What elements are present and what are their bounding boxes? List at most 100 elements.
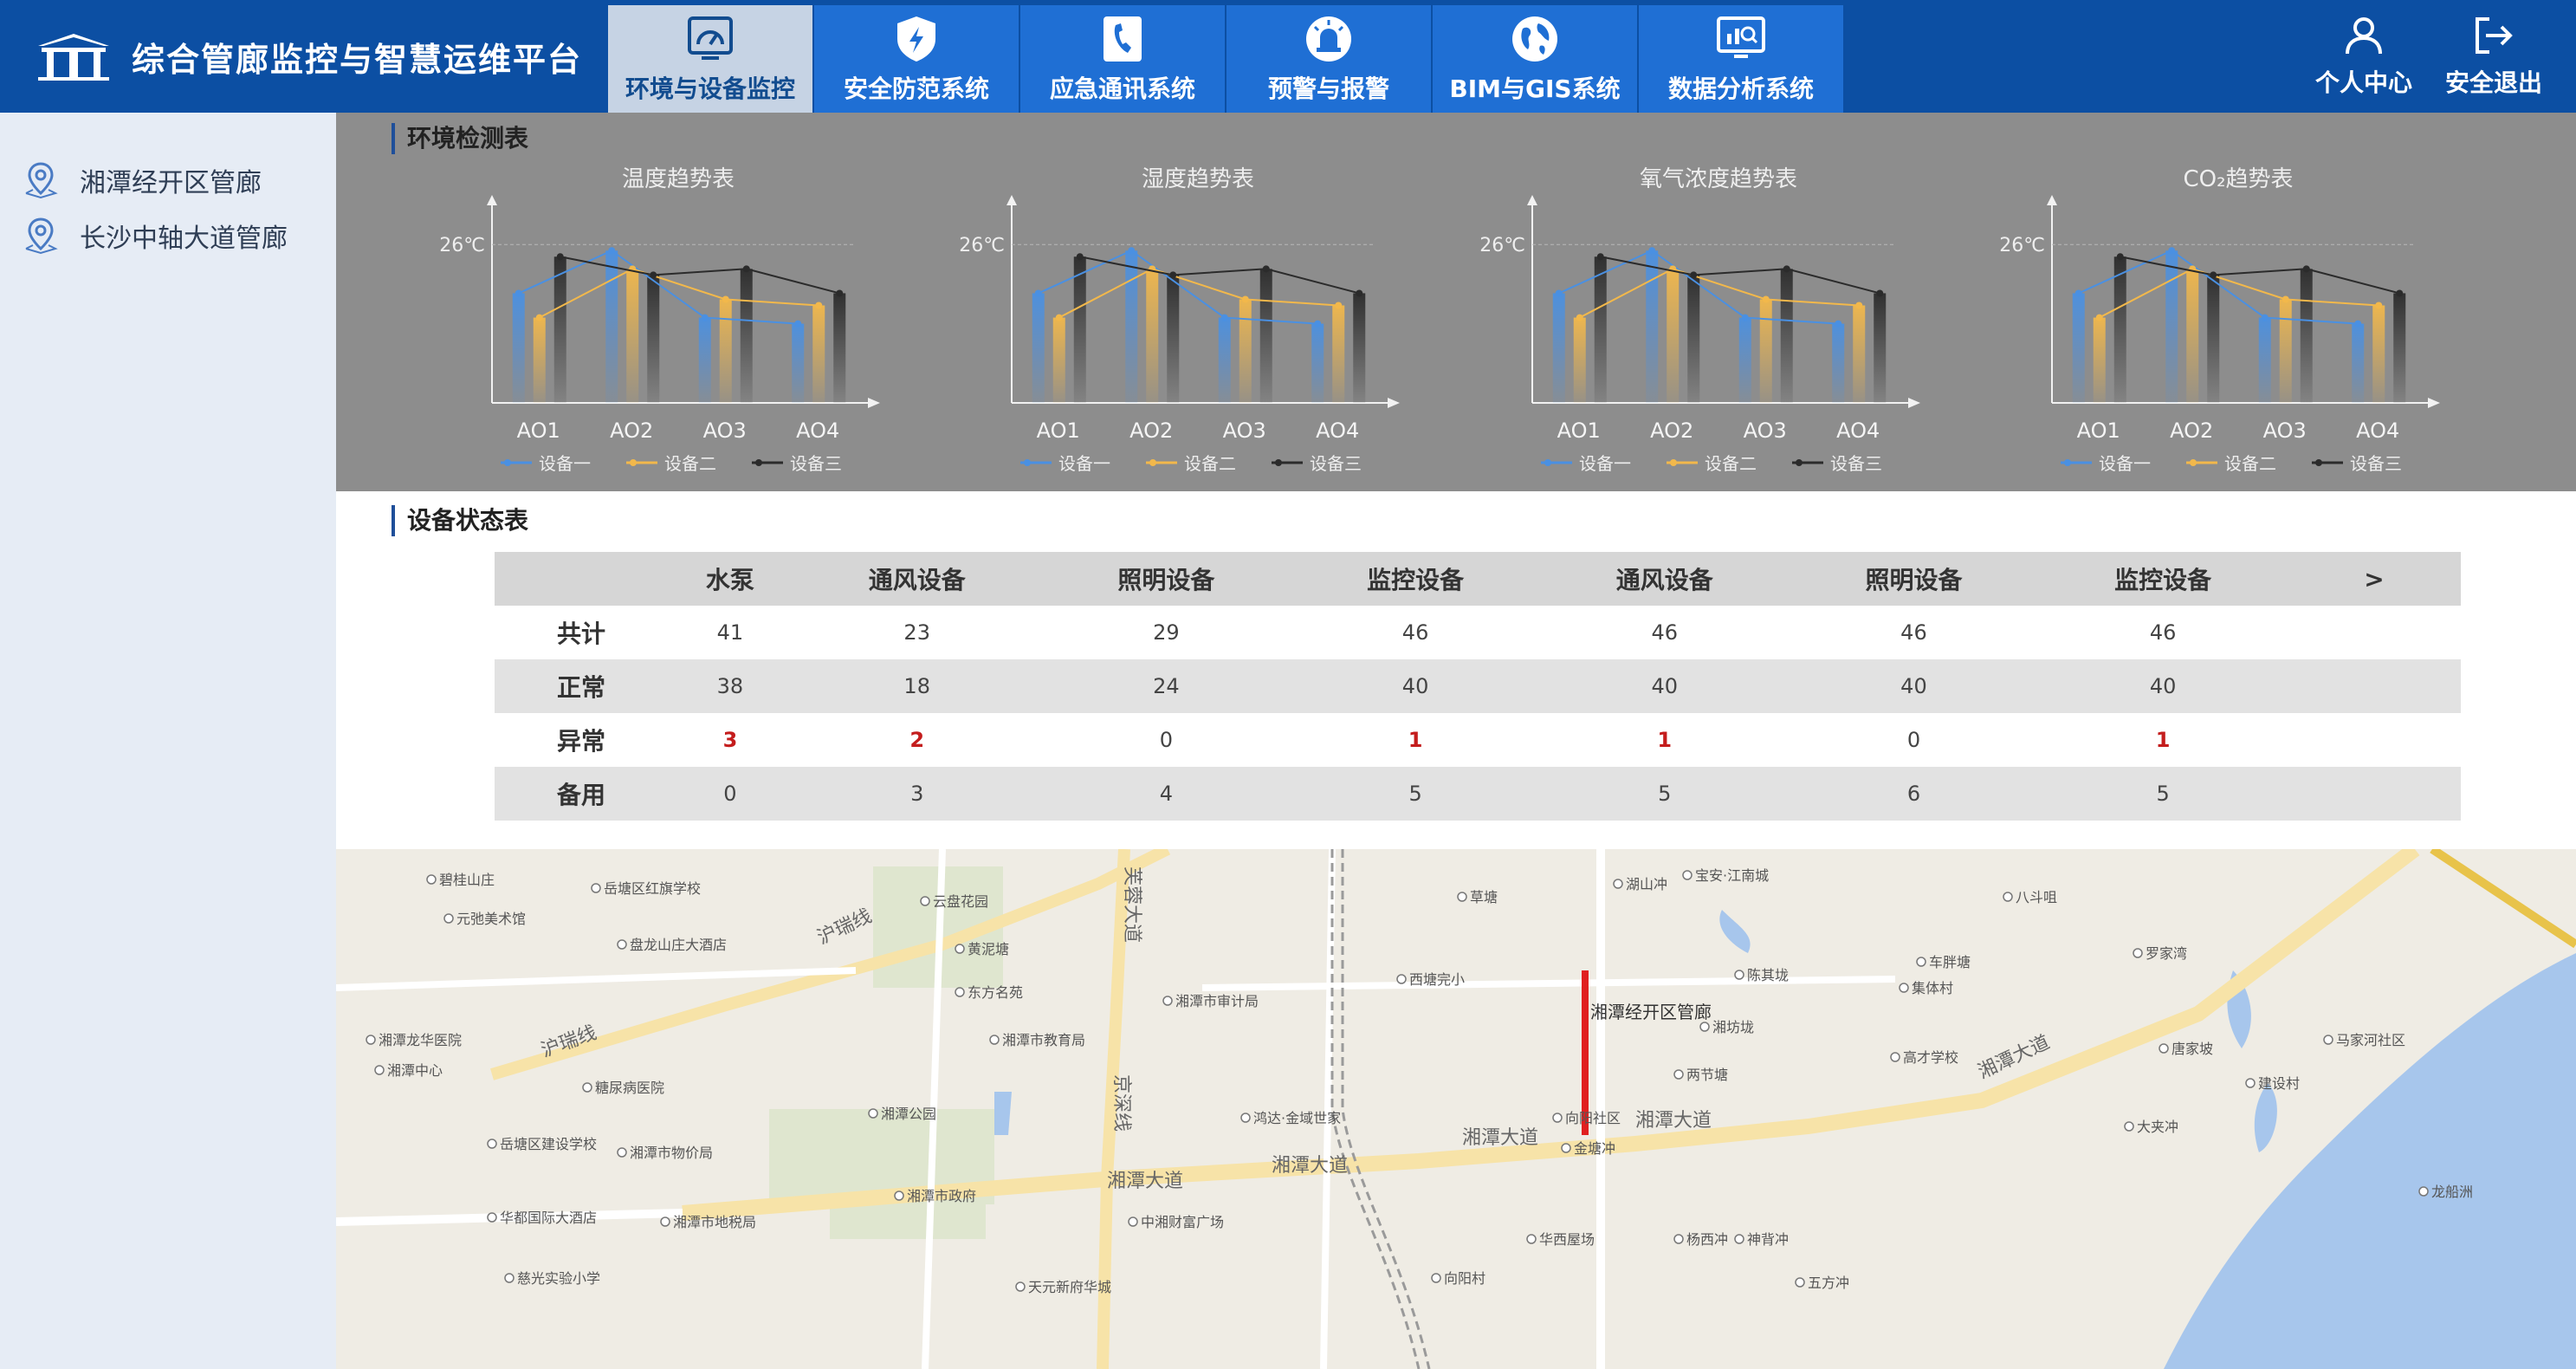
poi-marker[interactable]: [660, 1217, 670, 1227]
poi-marker[interactable]: [1734, 970, 1744, 980]
point: [2095, 314, 2103, 321]
row-label: 备用: [495, 767, 668, 821]
nav-warning-alarm[interactable]: 预警与报警: [1227, 5, 1431, 113]
nav-bim-gis[interactable]: BIM与GIS系统: [1433, 5, 1637, 113]
poi-label: 大夹冲: [2137, 1119, 2178, 1135]
bar: [1552, 293, 1565, 403]
logout-button[interactable]: 安全退出: [2429, 0, 2559, 113]
legend-dot: [1796, 459, 1803, 466]
row-label: 共计: [556, 620, 605, 648]
legend-label: 设备三: [790, 453, 842, 474]
column-header: 监控设备: [2038, 552, 2288, 606]
nav-env-device-monitor[interactable]: 环境与设备监控: [608, 5, 812, 113]
poi-marker[interactable]: [1699, 1022, 1710, 1032]
sidebar-item-changsha[interactable]: 长沙中轴大道管廊: [0, 208, 336, 263]
poi-marker[interactable]: [2323, 1035, 2333, 1045]
sidebar-item-label: 长沙中轴大道管廊: [80, 224, 288, 254]
row-label: 正常: [495, 659, 668, 713]
point: [794, 320, 802, 328]
sidebar-item-label: 湘潭经开区管廊: [80, 168, 262, 198]
poi-marker[interactable]: [2133, 948, 2143, 958]
point: [608, 247, 616, 255]
x-axis-arrow: [868, 398, 880, 408]
legend-label: 设备一: [2099, 453, 2151, 474]
table-cell: 3: [722, 728, 738, 752]
poi-marker[interactable]: [487, 1212, 497, 1223]
poi-marker[interactable]: [366, 1035, 376, 1045]
poi-marker[interactable]: [1734, 1234, 1744, 1244]
bar: [626, 269, 639, 403]
poi-marker[interactable]: [1795, 1277, 1805, 1288]
next-columns-button[interactable]: >: [2288, 552, 2461, 606]
poi-marker[interactable]: [1561, 1143, 1571, 1153]
x-tick-label: AO4: [1836, 418, 1880, 443]
point: [2302, 265, 2310, 273]
legend-dot: [1024, 459, 1031, 466]
poi-marker[interactable]: [1431, 1273, 1441, 1283]
poi-marker[interactable]: [955, 944, 965, 954]
poi-marker[interactable]: [504, 1273, 515, 1283]
bar: [740, 269, 753, 403]
poi-marker[interactable]: [1613, 879, 1623, 889]
reference-line-label: 26℃: [1479, 235, 1525, 256]
x-axis-arrow: [2428, 398, 2440, 408]
poi-marker[interactable]: [1682, 870, 1693, 880]
poi-marker[interactable]: [920, 896, 930, 906]
poi-marker[interactable]: [1916, 957, 1926, 967]
poi-marker[interactable]: [426, 874, 437, 885]
table-cell: 0: [1159, 728, 1174, 752]
column-header: 照明设备: [1041, 552, 1291, 606]
poi-marker[interactable]: [1552, 1113, 1563, 1123]
poi-marker[interactable]: [868, 1108, 878, 1119]
poi-marker[interactable]: [1128, 1217, 1138, 1227]
poi-marker[interactable]: [2003, 892, 2013, 902]
bar: [1259, 269, 1272, 403]
poi-marker[interactable]: [487, 1139, 497, 1149]
column-header: 监控设备: [1291, 552, 1540, 606]
poi-marker[interactable]: [2418, 1186, 2429, 1197]
poi-marker[interactable]: [894, 1191, 904, 1201]
poi-marker[interactable]: [2245, 1078, 2256, 1088]
user-center-button[interactable]: 个人中心: [2299, 0, 2429, 113]
poi-marker[interactable]: [1396, 974, 1407, 984]
nav-label: 环境与设备监控: [625, 75, 795, 103]
poi-marker[interactable]: [2124, 1121, 2134, 1132]
poi-marker[interactable]: [1015, 1281, 1026, 1292]
poi-marker[interactable]: [989, 1035, 1000, 1045]
gis-map[interactable]: 湘潭经开区管廊 湘潭大道 湘潭大道 湘潭大道 湘潭大道 沪瑞线 沪瑞线 京深线 …: [336, 849, 2576, 1369]
nav-security-system[interactable]: 安全防范系统: [814, 5, 1019, 113]
nav-emergency-comm[interactable]: 应急通讯系统: [1020, 5, 1225, 113]
legend-dot: [2315, 459, 2322, 466]
poi-marker[interactable]: [2159, 1043, 2169, 1054]
reference-line-label: 26℃: [959, 235, 1005, 256]
table-cell: 18: [792, 659, 1042, 713]
poi-marker[interactable]: [1673, 1234, 1684, 1244]
bar: [647, 275, 660, 403]
map-canvas[interactable]: 湘潭经开区管廊 湘潭大道 湘潭大道 湘潭大道 湘潭大道 沪瑞线 沪瑞线 京深线 …: [336, 849, 2576, 1369]
poi-marker[interactable]: [1899, 983, 1909, 993]
sidebar-item-xiangtan[interactable]: 湘潭经开区管廊: [0, 152, 336, 208]
poi-marker[interactable]: [1526, 1234, 1537, 1244]
poi-marker[interactable]: [955, 987, 965, 997]
bar: [533, 317, 546, 403]
nav-data-analysis[interactable]: 数据分析系统: [1639, 5, 1843, 113]
poi-marker[interactable]: [617, 939, 627, 950]
legend-label: 设备三: [1830, 453, 1882, 474]
x-tick-label: AO1: [517, 418, 560, 443]
poi-marker[interactable]: [617, 1147, 627, 1158]
poi-marker[interactable]: [1162, 996, 1173, 1006]
chart-svg: CO₂趋势表 26℃ AO1 AO2 AO3 AO4 设备一 设备二 设备三: [1999, 166, 2440, 474]
poi-marker[interactable]: [1240, 1113, 1251, 1123]
poi-marker[interactable]: [374, 1065, 385, 1075]
bar: [719, 299, 732, 403]
bar: [1667, 269, 1680, 403]
x-tick-label: AO4: [1316, 418, 1359, 443]
x-tick-label: AO1: [1557, 418, 1601, 443]
poi-marker[interactable]: [582, 1082, 592, 1093]
poi-marker[interactable]: [591, 883, 601, 893]
poi-marker[interactable]: [1890, 1052, 1900, 1062]
poi-marker[interactable]: [443, 913, 454, 924]
table-cell-empty: [2288, 713, 2461, 767]
poi-marker[interactable]: [1673, 1069, 1684, 1080]
poi-marker[interactable]: [1457, 892, 1467, 902]
